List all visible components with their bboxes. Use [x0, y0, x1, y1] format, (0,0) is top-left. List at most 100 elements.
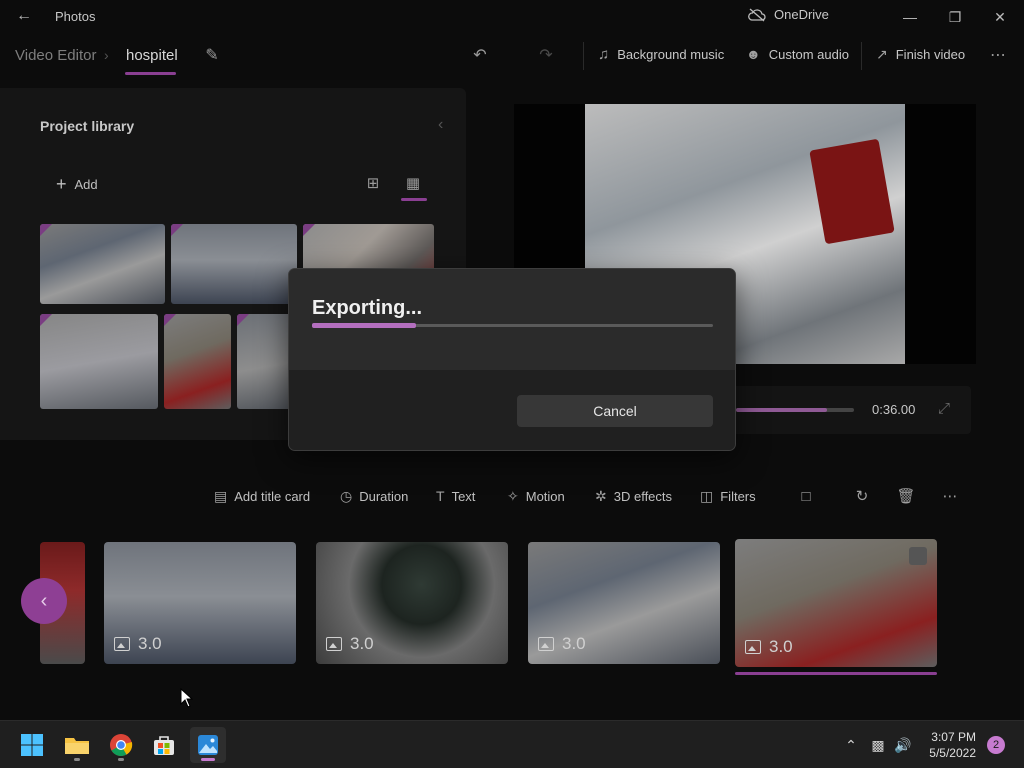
- music-note-icon: ♫: [598, 46, 610, 63]
- storyboard-clip[interactable]: 3.0: [316, 542, 508, 664]
- grid-view-large-icon[interactable]: ⊞: [363, 174, 383, 194]
- clip-duration: 3.0: [114, 634, 162, 654]
- filters-label: Filters: [720, 489, 756, 504]
- dialog-body: Exporting...: [289, 269, 735, 370]
- more-options-icon[interactable]: ⋯: [987, 45, 1009, 67]
- chrome-taskbar-button[interactable]: [103, 727, 139, 763]
- scroll-left-chevron-icon[interactable]: ‹: [21, 578, 67, 624]
- clip-duration-value: 3.0: [562, 634, 586, 653]
- running-indicator: [74, 758, 80, 761]
- notification-badge[interactable]: 2: [987, 736, 1005, 754]
- grid-view-small-icon[interactable]: ▦: [403, 174, 423, 194]
- command-bar: Video Editor › hospitel ✎ ↶ ↷ ♫ Backgrou…: [0, 34, 1024, 78]
- onedrive-status[interactable]: OneDrive: [748, 7, 829, 22]
- 3d-effects-label: 3D effects: [613, 489, 673, 504]
- network-icon[interactable]: ▩: [868, 735, 888, 755]
- breadcrumb-underline: [125, 72, 176, 75]
- exporting-dialog: Exporting... Cancel: [288, 268, 736, 451]
- playback-seek-bar[interactable]: [736, 408, 854, 412]
- library-thumbnail[interactable]: [171, 224, 297, 304]
- store-bag-icon: [154, 736, 174, 755]
- select-checkbox[interactable]: [909, 547, 927, 565]
- store-taskbar-button[interactable]: [146, 727, 182, 763]
- cloud-off-icon: [748, 8, 766, 21]
- sparkle-cube-icon: ✲: [595, 488, 607, 504]
- preview-red-bag-shape: [809, 138, 895, 245]
- text-button[interactable]: T Text: [436, 488, 475, 504]
- crop-icon[interactable]: □: [795, 486, 817, 508]
- storyboard-clip[interactable]: 3.0: [104, 542, 296, 664]
- dialog-heading: Exporting...: [312, 297, 422, 319]
- duration-label: Duration: [359, 489, 409, 504]
- title-card-icon: ▤: [214, 488, 228, 504]
- motion-button[interactable]: ✧ Motion: [507, 488, 565, 505]
- view-selected-indicator: [401, 198, 427, 201]
- taskbar: ⌃ ▩ 🔊 3:07 PM 5/5/2022 2: [0, 720, 1024, 768]
- taskbar-clock[interactable]: 3:07 PM 5/5/2022: [920, 729, 976, 761]
- background-music-label: Background music: [617, 47, 725, 62]
- export-progress-bar: [312, 323, 713, 328]
- clip-duration: 3.0: [745, 637, 793, 657]
- clip-duration-value: 3.0: [350, 634, 374, 653]
- running-indicator-active: [201, 758, 215, 761]
- undo-icon[interactable]: ↶: [469, 45, 491, 67]
- clip-duration-value: 3.0: [138, 634, 162, 653]
- rename-pencil-icon[interactable]: ✎: [201, 45, 223, 67]
- rotate-icon[interactable]: ↻: [851, 486, 873, 508]
- breadcrumb-video-editor[interactable]: Video Editor: [15, 47, 96, 64]
- start-button[interactable]: [14, 727, 50, 763]
- volume-icon[interactable]: 🔊: [893, 735, 913, 755]
- restore-button[interactable]: ❐: [940, 4, 970, 30]
- finish-video-button[interactable]: ↗ Finish video: [876, 46, 965, 63]
- filters-button[interactable]: ◫ Filters: [700, 488, 756, 505]
- separator: [583, 42, 584, 70]
- image-icon: [538, 637, 554, 651]
- person-audio-icon: ☻: [746, 46, 761, 62]
- collapse-chevron-icon[interactable]: ‹: [438, 116, 443, 134]
- redo-icon[interactable]: ↷: [535, 45, 557, 67]
- windows-logo-icon: [21, 734, 43, 756]
- filter-brush-icon: ◫: [700, 488, 714, 504]
- more-options-icon[interactable]: ⋯: [939, 486, 961, 508]
- image-icon: [114, 637, 130, 651]
- file-explorer-taskbar-button[interactable]: [59, 727, 95, 763]
- add-title-card-button[interactable]: ▤ Add title card: [214, 488, 310, 505]
- duration-button[interactable]: ◷ Duration: [340, 488, 408, 505]
- clip-duration: 3.0: [326, 634, 374, 654]
- share-export-icon: ↗: [876, 46, 888, 62]
- library-thumbnail[interactable]: [40, 314, 158, 409]
- breadcrumb-chevron-icon: ›: [104, 47, 109, 63]
- back-arrow-icon[interactable]: ←: [14, 6, 34, 26]
- custom-audio-button[interactable]: ☻ Custom audio: [746, 46, 849, 62]
- custom-audio-label: Custom audio: [768, 46, 849, 62]
- folder-icon: [65, 738, 89, 754]
- running-indicator: [118, 758, 124, 761]
- close-button[interactable]: ✕: [985, 4, 1015, 30]
- plus-icon: +: [56, 174, 67, 194]
- minimize-button[interactable]: —: [895, 4, 925, 30]
- show-hidden-icons-chevron-icon[interactable]: ⌃: [841, 735, 861, 755]
- photos-app-window: ← Photos OneDrive — ❐ ✕ Video Editor › h…: [0, 0, 1024, 720]
- fullscreen-expand-icon[interactable]: ⤢: [938, 400, 950, 417]
- library-thumbnail[interactable]: [164, 314, 231, 409]
- title-bar: ← Photos OneDrive — ❐ ✕: [0, 0, 1024, 34]
- delete-trash-icon[interactable]: 🗑: [895, 486, 917, 508]
- 3d-effects-button[interactable]: ✲ 3D effects: [595, 488, 672, 505]
- add-media-button[interactable]: + Add: [56, 174, 98, 195]
- storyboard-clip-selected[interactable]: 3.0: [735, 539, 937, 667]
- clock-time: 3:07 PM: [931, 730, 976, 744]
- library-thumbnail[interactable]: [40, 224, 165, 304]
- text-icon: T: [436, 488, 445, 504]
- onedrive-label: OneDrive: [774, 7, 829, 22]
- motion-label: Motion: [525, 489, 565, 504]
- playback-seek-fill: [736, 408, 827, 412]
- image-icon: [326, 637, 342, 651]
- separator: [861, 42, 862, 70]
- text-label: Text: [451, 488, 476, 504]
- chrome-icon: [110, 734, 133, 756]
- background-music-button[interactable]: ♫ Background music: [598, 46, 724, 63]
- photos-taskbar-button[interactable]: [190, 727, 226, 763]
- add-label: Add: [74, 177, 98, 192]
- storyboard-clip[interactable]: 3.0: [528, 542, 720, 664]
- cancel-button[interactable]: Cancel: [517, 395, 713, 427]
